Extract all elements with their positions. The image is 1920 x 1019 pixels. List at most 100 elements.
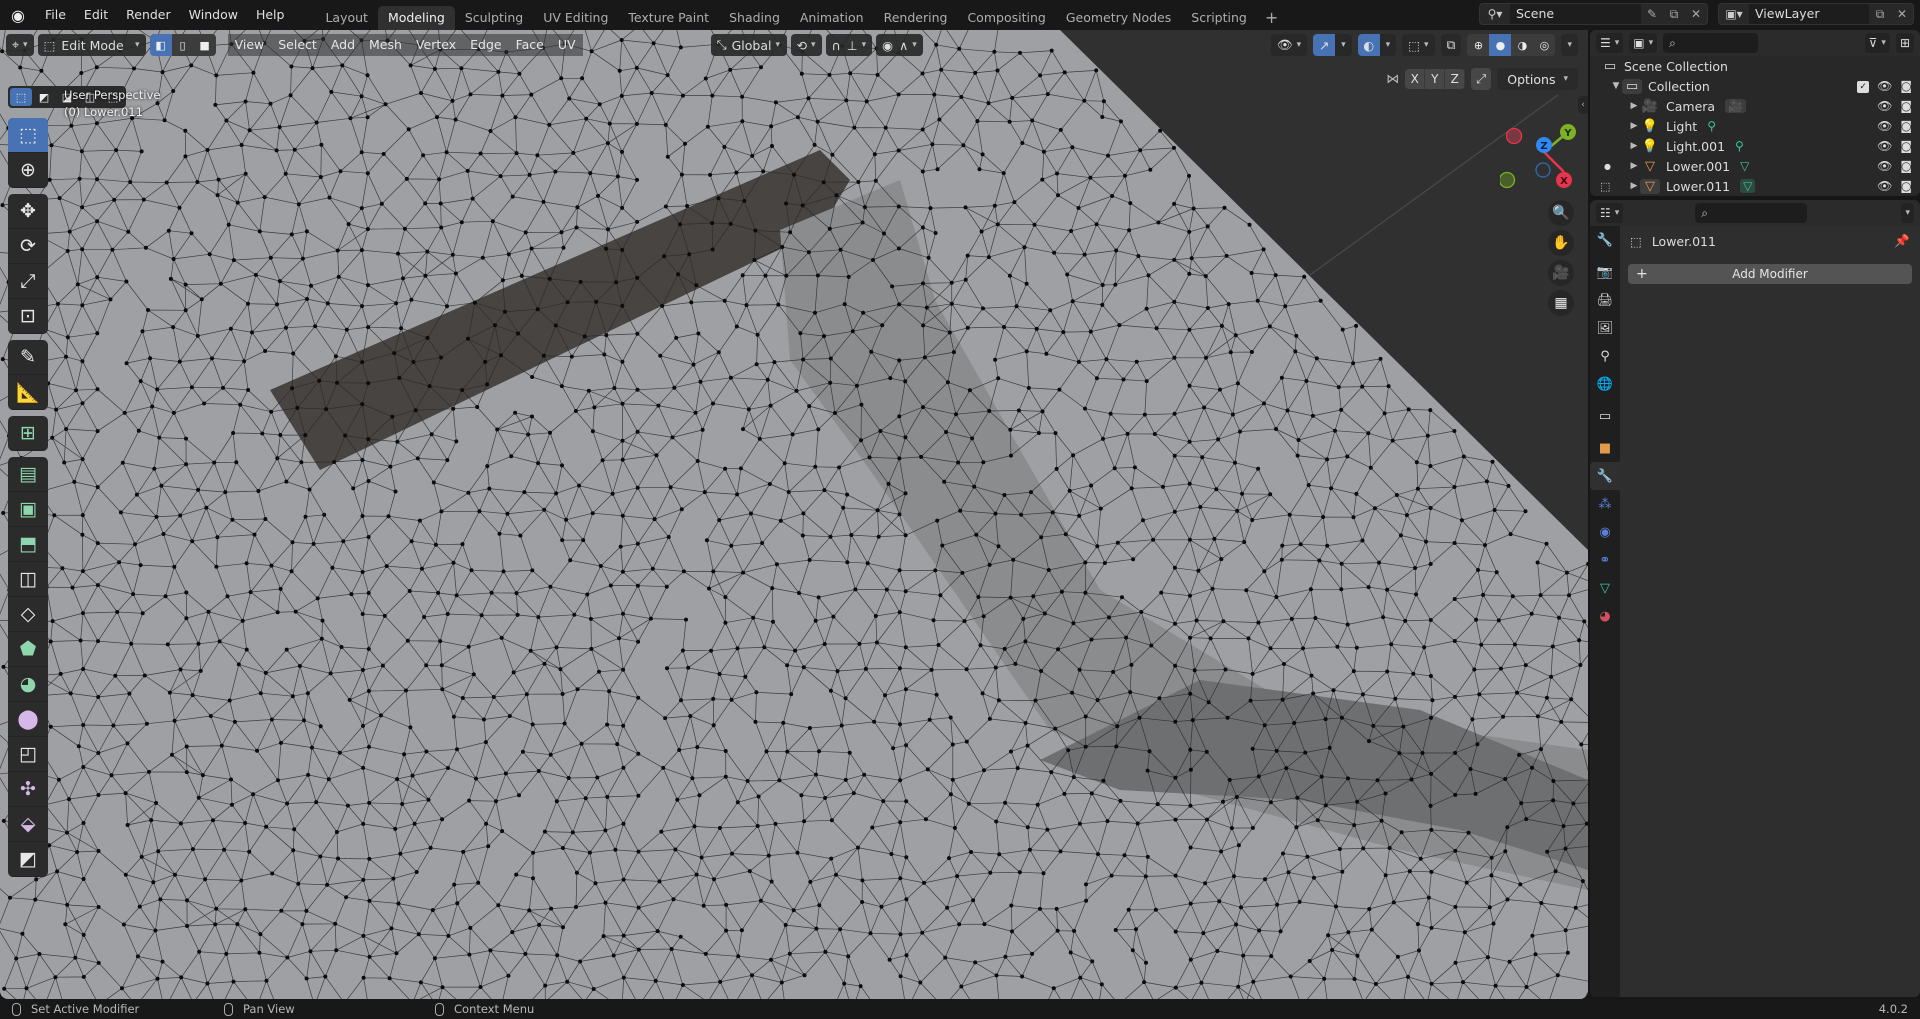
poly-build-tool[interactable]: ⬟ [8, 632, 48, 667]
smooth-tool[interactable]: ⬤ [8, 702, 48, 737]
menu-mesh[interactable]: Mesh [362, 34, 409, 56]
transform-tool[interactable]: ⊡ [8, 299, 48, 334]
sidebar-toggle[interactable]: ‹ [1578, 96, 1588, 114]
blender-logo-icon[interactable]: ◉ [0, 0, 36, 30]
light-data-icon[interactable]: ⚲ [1735, 139, 1744, 153]
wireframe-shading-icon[interactable]: ⊕ [1467, 34, 1490, 56]
pan-view-button[interactable]: ✋ [1548, 230, 1574, 256]
camera-view-button[interactable]: 🎥 [1548, 260, 1574, 286]
tab-view-layer[interactable]: 🖼 [1590, 314, 1620, 342]
menu-edge[interactable]: Edge [463, 34, 509, 56]
light-data-icon[interactable]: ⚲ [1707, 119, 1716, 133]
shading-options-button[interactable]: ▾ [1561, 34, 1578, 56]
rip-region-tool[interactable]: ◩ [8, 842, 48, 877]
properties-options-dropdown[interactable]: ▾ [1901, 203, 1914, 223]
new-view-layer-icon[interactable]: ⧉ [1869, 4, 1891, 24]
collapse-icon[interactable]: ▼ [1610, 81, 1622, 91]
annotate-tool[interactable]: ✎ [8, 340, 48, 375]
menu-edit[interactable]: Edit [75, 4, 117, 26]
render-camera-icon[interactable]: ◙ [1900, 79, 1912, 93]
view-layer-selector[interactable]: ▣▾ ViewLayer ⧉ ✕ [1718, 3, 1914, 25]
xray-toggle[interactable]: ⧉ [1440, 34, 1462, 56]
navigation-gizmo[interactable]: Y Z X [1500, 90, 1588, 200]
mesh-edit-overlays-button[interactable]: ⬚ ▾ [1402, 34, 1435, 56]
mesh-data-icon[interactable]: ▽ [1740, 159, 1749, 173]
select-new-icon[interactable]: ⬚ [10, 88, 32, 106]
transform-orientation-dropdown[interactable]: ⤡ Global ▾ [710, 34, 787, 56]
mirror-z-toggle[interactable]: Z [1445, 69, 1466, 89]
rotate-tool[interactable]: ⟳ [8, 229, 48, 264]
menu-render[interactable]: Render [117, 4, 180, 26]
neg-y-axis-icon[interactable] [1500, 171, 1516, 189]
tab-collection[interactable]: ▭ [1590, 402, 1620, 430]
move-tool[interactable]: ✥ [8, 194, 48, 229]
expand-icon[interactable]: ▶ [1628, 121, 1640, 131]
shrink-fatten-tool[interactable]: ✣ [8, 772, 48, 807]
mirror-y-toggle[interactable]: Y [1425, 69, 1446, 89]
select-box-tool[interactable]: ⬚ [8, 118, 48, 153]
eye-icon[interactable]: 👁 [1877, 79, 1892, 93]
menu-select[interactable]: Select [271, 34, 324, 56]
tab-modifiers[interactable]: 🔧 [1590, 462, 1620, 490]
tab-particles[interactable]: ⁂ [1590, 490, 1620, 518]
menu-add[interactable]: Add [323, 34, 363, 56]
expand-icon[interactable]: ▶ [1628, 141, 1640, 151]
pivot-point-dropdown[interactable]: ⟲ ▾ [790, 34, 822, 56]
add-cube-tool[interactable]: ⊞ [8, 416, 48, 451]
tab-world[interactable]: 🌐 [1590, 370, 1620, 398]
render-camera-icon[interactable]: ◙ [1900, 179, 1912, 193]
zoom-view-button[interactable]: 🔍 [1548, 200, 1574, 226]
eye-icon[interactable]: 👁 [1877, 99, 1892, 113]
inset-faces-tool[interactable]: ▣ [8, 492, 48, 527]
tab-render[interactable]: 📷 [1590, 258, 1620, 286]
render-camera-icon[interactable]: ◙ [1900, 99, 1912, 113]
outliner-item-light[interactable]: ▶ 💡 Light ⚲ 👁 ◙ [1590, 116, 1920, 136]
new-scene-icon[interactable]: ⧉ [1663, 4, 1685, 24]
tab-layout[interactable]: Layout [315, 6, 378, 30]
scene-collection-row[interactable]: ▭ Scene Collection [1590, 56, 1920, 76]
expand-icon[interactable]: ▶ [1628, 181, 1640, 191]
menu-help[interactable]: Help [247, 4, 294, 26]
eye-icon[interactable]: 👁 [1877, 139, 1892, 153]
edge-select-icon[interactable]: ▯ [171, 34, 194, 56]
proportional-editing-toggle[interactable]: ◉ ∧ ▾ [876, 34, 923, 56]
collection-row[interactable]: ▼ ▭ Collection ✓ 👁 ◙ [1590, 76, 1920, 96]
expand-icon[interactable]: ▶ [1628, 161, 1640, 171]
tab-data[interactable]: ▽ [1590, 574, 1620, 602]
menu-vertex[interactable]: Vertex [408, 34, 464, 56]
material-shading-icon[interactable]: ◑ [1511, 34, 1534, 56]
pin-icon[interactable]: 📌 [1894, 233, 1910, 249]
delete-view-layer-icon[interactable]: ✕ [1891, 4, 1913, 24]
render-camera-icon[interactable]: ◙ [1900, 159, 1912, 173]
options-dropdown[interactable]: Options ▾ [1497, 68, 1578, 90]
filter-dropdown[interactable]: ⊽ ▾ [1864, 33, 1890, 53]
solid-shading-icon[interactable]: ● [1489, 34, 1512, 56]
outliner-item-camera[interactable]: ▶ 🎥 Camera 🎥 👁 ◙ [1590, 96, 1920, 116]
neg-z-axis-icon[interactable] [1535, 162, 1551, 178]
expand-icon[interactable]: ▶ [1628, 101, 1640, 111]
vertex-select-icon[interactable]: ◧ [149, 34, 172, 56]
menu-window[interactable]: Window [180, 4, 247, 26]
neg-x-axis-icon[interactable] [1505, 127, 1523, 145]
scene-selector[interactable]: ⚲▾ Scene ✎ ⧉ ✕ [1479, 3, 1708, 25]
cursor-tool[interactable]: ⊕ [8, 153, 48, 188]
view-layer-name[interactable]: ViewLayer [1749, 4, 1869, 24]
knife-tool[interactable]: ◇ [8, 597, 48, 632]
eye-icon[interactable]: 👁 [1877, 159, 1892, 173]
outliner-search-input[interactable]: ⌕ [1663, 33, 1759, 53]
tab-physics[interactable]: ◉ [1590, 518, 1620, 546]
mesh-data-icon[interactable]: ▽ [1740, 179, 1756, 193]
properties-search-input[interactable]: ⌕ [1695, 203, 1808, 223]
tab-compositing[interactable]: Compositing [957, 6, 1055, 30]
selectability-visibility-button[interactable]: 👁 ▾ [1270, 34, 1308, 56]
menu-file[interactable]: File [36, 4, 75, 26]
measure-tool[interactable]: 📐 [8, 375, 48, 410]
tab-scripting[interactable]: Scripting [1181, 6, 1257, 30]
menu-view[interactable]: View [227, 34, 272, 56]
loop-cut-tool[interactable]: ◫ [8, 562, 48, 597]
tab-object[interactable]: ■ [1590, 434, 1620, 462]
menu-uv[interactable]: UV [550, 34, 583, 56]
orthographic-toggle-button[interactable]: ▦ [1548, 290, 1574, 316]
select-extend-icon[interactable]: ◩ [33, 88, 55, 106]
outliner-item-light-001[interactable]: ▶ 💡 Light.001 ⚲ 👁 ◙ [1590, 136, 1920, 156]
